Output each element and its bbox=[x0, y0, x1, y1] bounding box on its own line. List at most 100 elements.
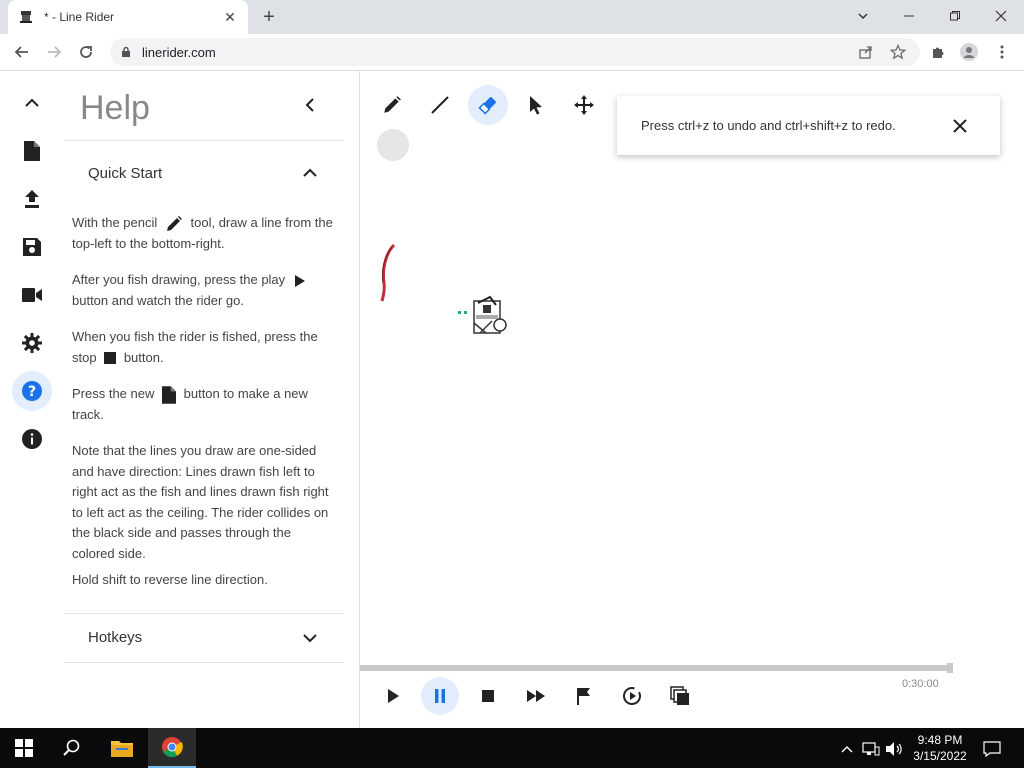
pause-button[interactable] bbox=[421, 677, 459, 715]
help-paragraph: With the pencil tool, draw a line from t… bbox=[72, 213, 334, 254]
help-divider bbox=[64, 662, 344, 663]
help-text: button and watch the rider go. bbox=[72, 292, 245, 308]
help-paragraph: After you fish drawing, press the play b… bbox=[72, 270, 334, 311]
fast-forward-icon bbox=[527, 690, 545, 702]
help-paragraph: Press the new button to make a new track… bbox=[72, 384, 334, 425]
pause-icon bbox=[435, 689, 445, 703]
track-canvas[interactable]: Press ctrl+z to undo and ctrl+shift+z to… bbox=[360, 71, 1024, 728]
fast-forward-button[interactable] bbox=[517, 677, 555, 715]
record-video-button[interactable] bbox=[12, 275, 52, 315]
stop-button[interactable] bbox=[469, 677, 507, 715]
play-button[interactable] bbox=[374, 677, 412, 715]
upload-button[interactable] bbox=[12, 179, 52, 219]
help-divider bbox=[64, 613, 344, 614]
layers-icon bbox=[670, 686, 689, 705]
quick-start-header[interactable]: Quick Start bbox=[88, 165, 162, 182]
playback-time: 0:30:00 bbox=[902, 678, 939, 690]
stop-icon bbox=[104, 352, 117, 365]
timeline-scrubber[interactable] bbox=[360, 665, 948, 671]
close-window-button[interactable] bbox=[989, 4, 1013, 28]
pencil-icon bbox=[166, 215, 182, 231]
file-icon bbox=[162, 385, 176, 404]
chevron-down-icon[interactable] bbox=[300, 628, 320, 648]
pencil-icon bbox=[384, 96, 401, 113]
help-paragraph: Hold shift to reverse line direction. bbox=[72, 572, 268, 587]
drawn-line-scenery bbox=[380, 243, 396, 302]
save-icon bbox=[23, 238, 41, 256]
replay-circle-icon bbox=[623, 687, 641, 705]
taskbar-clock[interactable]: 9:48 PM 3/15/2022 bbox=[908, 732, 972, 764]
chevron-left-icon bbox=[305, 98, 314, 112]
minimize-button[interactable] bbox=[897, 4, 921, 28]
volume-icon[interactable] bbox=[885, 740, 903, 758]
help-button[interactable]: ? bbox=[12, 371, 52, 411]
restore-button[interactable] bbox=[943, 4, 967, 28]
back-button[interactable] bbox=[10, 40, 34, 64]
help-divider bbox=[64, 140, 344, 141]
stop-icon bbox=[482, 690, 494, 702]
search-button[interactable] bbox=[48, 728, 96, 768]
new-tab-button[interactable]: + bbox=[258, 6, 280, 28]
clock-time: 9:48 PM bbox=[917, 733, 963, 747]
play-icon bbox=[388, 689, 399, 703]
flag-button[interactable] bbox=[565, 677, 603, 715]
forward-button[interactable] bbox=[42, 40, 66, 64]
chrome-icon bbox=[162, 737, 183, 758]
upload-icon bbox=[25, 190, 39, 208]
chrome-taskbar-button[interactable] bbox=[148, 728, 196, 768]
pan-tool-button[interactable] bbox=[564, 85, 604, 125]
eraser-tool-button[interactable] bbox=[468, 85, 508, 125]
settings-button[interactable] bbox=[12, 323, 52, 363]
search-icon bbox=[63, 739, 80, 756]
hotkeys-header[interactable]: Hotkeys bbox=[88, 629, 142, 646]
clock-date: 3/15/2022 bbox=[913, 749, 967, 763]
svg-text:?: ? bbox=[28, 384, 36, 400]
move-arrows-icon bbox=[574, 95, 594, 115]
bookmark-star-icon[interactable] bbox=[888, 42, 908, 62]
help-close-button[interactable] bbox=[298, 93, 322, 117]
about-button[interactable] bbox=[12, 419, 52, 459]
play-icon bbox=[294, 274, 305, 287]
start-button[interactable] bbox=[0, 728, 48, 768]
profile-avatar-icon[interactable] bbox=[959, 42, 979, 62]
toast-close-button[interactable] bbox=[940, 106, 980, 146]
tab-search-chevron-icon[interactable] bbox=[851, 4, 875, 28]
network-icon[interactable] bbox=[862, 740, 880, 758]
browser-toolbar: linerider.com bbox=[0, 34, 1024, 71]
extensions-puzzle-icon[interactable] bbox=[928, 42, 948, 62]
line-tool-button[interactable] bbox=[420, 85, 460, 125]
windows-taskbar: 9:48 PM 3/15/2022 bbox=[0, 728, 1024, 768]
new-track-button[interactable] bbox=[12, 131, 52, 171]
flag-icon bbox=[577, 688, 590, 705]
lock-icon bbox=[122, 46, 130, 57]
onion-skin-button[interactable] bbox=[661, 677, 699, 715]
file-explorer-button[interactable] bbox=[98, 728, 146, 768]
browser-menu-icon[interactable] bbox=[992, 42, 1012, 62]
help-paragraph: Note that the lines you draw are one-sid… bbox=[72, 443, 329, 561]
rail-collapse-button[interactable] bbox=[12, 83, 52, 123]
browser-tab[interactable]: * - Line Rider ✕ bbox=[8, 0, 248, 34]
color-picker-button[interactable] bbox=[377, 129, 409, 161]
tray-overflow-chevron-icon[interactable] bbox=[838, 740, 856, 758]
select-tool-button[interactable] bbox=[516, 85, 556, 125]
chevron-up-icon[interactable] bbox=[300, 163, 320, 183]
help-panel: Help Quick Start With the pencil tool, d… bbox=[64, 71, 360, 728]
notifications-icon[interactable] bbox=[983, 740, 1001, 758]
quick-start-content: With the pencil tool, draw a line from t… bbox=[72, 213, 334, 591]
left-icon-rail: ? bbox=[0, 71, 64, 728]
timeline-end-handle[interactable] bbox=[947, 663, 953, 673]
save-button[interactable] bbox=[12, 227, 52, 267]
gear-icon bbox=[22, 333, 42, 353]
address-bar[interactable]: linerider.com bbox=[110, 38, 920, 66]
help-text: button. bbox=[123, 349, 164, 365]
rider-sled bbox=[458, 295, 507, 334]
video-camera-icon bbox=[22, 288, 42, 302]
play-from-flag-button[interactable] bbox=[613, 677, 651, 715]
help-text: With the pencil bbox=[72, 215, 158, 230]
pencil-tool-button[interactable] bbox=[372, 85, 412, 125]
share-icon[interactable] bbox=[856, 42, 876, 62]
tab-close-icon[interactable]: ✕ bbox=[222, 9, 238, 25]
cursor-arrow-icon bbox=[530, 96, 542, 115]
reload-button[interactable] bbox=[74, 40, 98, 64]
info-icon bbox=[22, 429, 42, 449]
